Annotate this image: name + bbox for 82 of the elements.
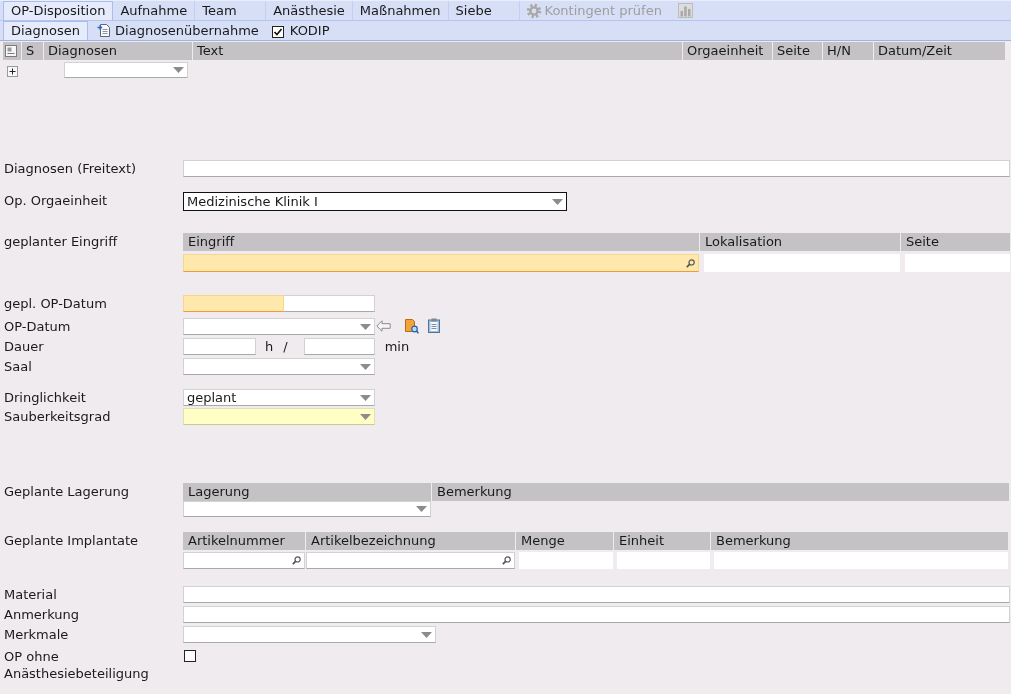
caret-icon: [416, 506, 427, 512]
column-header[interactable]: Datum/Zeit: [874, 42, 1005, 60]
column-header[interactable]: Orgaeinheit: [683, 42, 772, 60]
field-label: Merkmale: [4, 626, 69, 643]
field-label: Anmerkung: [4, 606, 79, 623]
checkbox[interactable]: [271, 25, 284, 38]
dropdown[interactable]: [183, 501, 431, 517]
field-label: Dringlichkeit: [4, 389, 86, 406]
search-icon[interactable]: [292, 556, 301, 565]
caret-icon: [360, 323, 371, 330]
input-field[interactable]: [183, 606, 1010, 623]
column-header[interactable]: Diagnosen: [44, 42, 192, 60]
box-icon[interactable]: [5, 45, 17, 57]
caret-icon: [360, 413, 371, 420]
column-header[interactable]: Eingriff: [183, 233, 699, 251]
search-field[interactable]: [183, 254, 699, 272]
tab[interactable]: Team: [195, 1, 267, 20]
dropdown[interactable]: geplant: [183, 389, 375, 406]
unit-label: min: [384, 338, 410, 355]
field-label: geplanter Eingriff: [4, 233, 118, 251]
caret-icon: [421, 631, 432, 638]
caret-icon: [360, 394, 371, 401]
column-header[interactable]: S: [22, 42, 43, 60]
column-header[interactable]: Menge: [516, 532, 613, 550]
unit-label: h: [265, 338, 274, 355]
field-label: gepl. OP-Datum: [4, 295, 107, 312]
caret-icon: [552, 198, 563, 205]
gear-icon: [525, 2, 542, 19]
search-field[interactable]: [306, 552, 515, 569]
expand-icon[interactable]: [7, 66, 18, 77]
column-header[interactable]: Text: [193, 42, 682, 60]
clipboard-icon[interactable]: [428, 318, 440, 333]
separator-text: /: [283, 338, 288, 355]
input-field[interactable]: [183, 160, 1010, 177]
checkbox[interactable]: [184, 650, 196, 662]
input-field[interactable]: [183, 338, 256, 355]
tab[interactable]: Aufnahme: [113, 1, 196, 20]
caret-icon: [173, 66, 184, 73]
column-header[interactable]: Artikelbezeichnung: [306, 532, 515, 550]
column-header[interactable]: Artikelnummer: [183, 532, 305, 550]
dropdown[interactable]: [183, 408, 375, 425]
tab[interactable]: Anästhesie: [266, 1, 353, 20]
tab[interactable]: OP-Disposition: [3, 1, 114, 20]
search-icon[interactable]: [686, 258, 695, 268]
field-label: Op. Orgaeinheit: [4, 192, 108, 209]
search-field[interactable]: [183, 552, 305, 569]
field-label: OP ohne Anästhesiebeteiligung: [4, 648, 150, 682]
document-search-icon[interactable]: [405, 319, 419, 334]
tab[interactable]: Maßnahmen: [352, 1, 449, 20]
field-label: Geplante Lagerung: [4, 483, 129, 501]
dropdown[interactable]: [64, 61, 188, 78]
column-header[interactable]: Seite: [901, 233, 1010, 251]
column-header[interactable]: Lokalisation: [700, 233, 900, 251]
field-label: Material: [4, 586, 57, 603]
tab[interactable]: Siebe: [448, 1, 520, 20]
field-label: Dauer: [4, 338, 44, 355]
field-label: Saal: [4, 358, 32, 375]
field-label: Diagnosen (Freitext): [4, 160, 137, 177]
dropdown[interactable]: [183, 318, 375, 335]
column-header[interactable]: Bemerkung: [432, 483, 1009, 501]
dropdown[interactable]: [183, 358, 375, 375]
caret-icon: [360, 363, 371, 370]
input-field[interactable]: [183, 586, 1010, 603]
time-field[interactable]: [284, 295, 375, 312]
field-label: Sauberkeitsgrad: [4, 408, 111, 425]
checkbox-label: KODIP: [289, 23, 330, 38]
search-icon[interactable]: [502, 556, 511, 565]
transfer-button[interactable]: Diagnosenübernahme: [94, 21, 262, 40]
document-icon: [97, 23, 112, 38]
column-header[interactable]: H/N: [823, 42, 873, 60]
column-header[interactable]: Lagerung: [183, 483, 431, 501]
column-header[interactable]: Einheit: [614, 532, 710, 550]
input-field[interactable]: [303, 338, 375, 355]
field-label: Geplante Implantate: [4, 532, 139, 550]
left-arrow-icon[interactable]: [376, 320, 391, 332]
column-header[interactable]: Bemerkung: [711, 532, 1008, 550]
field-label: OP-Datum: [4, 318, 71, 335]
dropdown[interactable]: [183, 626, 436, 643]
tab[interactable]: Diagnosen: [3, 21, 89, 40]
date-field[interactable]: [183, 295, 284, 312]
column-header[interactable]: Seite: [773, 42, 822, 60]
dropdown[interactable]: Medizinische Klinik I: [183, 192, 567, 211]
